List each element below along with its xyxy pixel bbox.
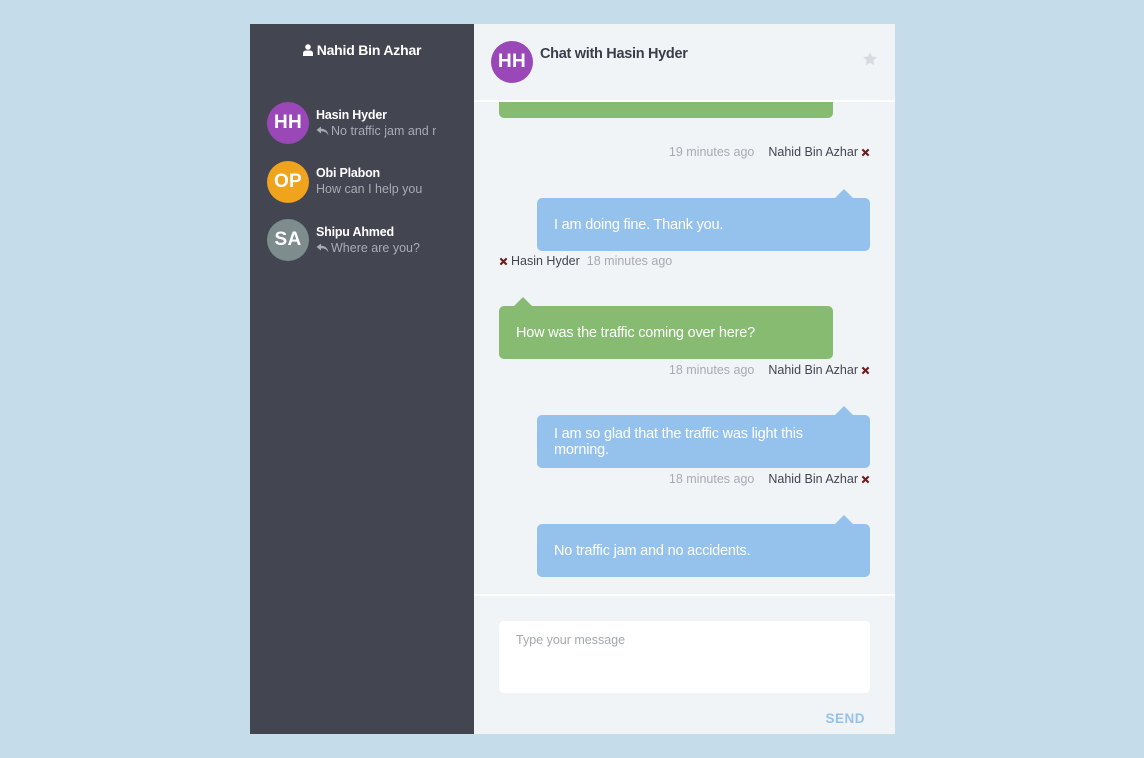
message-other: How was the traffic coming over here? — [499, 297, 833, 359]
message-time: 18 minutes ago — [668, 472, 755, 486]
contact-preview: Where are you? — [316, 240, 436, 257]
message-bubble-clipped — [499, 102, 833, 118]
message-meta: 19 minutes ago Nahid Bin Azhar — [669, 145, 870, 159]
message-text: How was the traffic coming over here? — [516, 324, 755, 341]
delete-icon[interactable] — [861, 475, 870, 484]
contact-name: Obi Plabon — [316, 166, 380, 181]
avatar: HH — [267, 102, 309, 145]
delete-icon[interactable] — [499, 257, 508, 266]
message-self: I am so glad that the traffic was light … — [537, 406, 870, 468]
contact-preview-text: No traffic jam and n — [331, 123, 436, 138]
star-icon[interactable] — [862, 51, 878, 67]
chat-header: HH Chat with Hasin Hyder — [474, 24, 895, 102]
chat-panel: HH Chat with Hasin Hyder 19 minutes ago … — [474, 24, 895, 734]
contact-item-hasin-hyder[interactable]: HH Hasin Hyder No traffic jam and n — [267, 94, 474, 153]
contact-list: HH Hasin Hyder No traffic jam and n OP O… — [250, 76, 474, 270]
message-text: I am doing fine. Thank you. — [554, 216, 724, 233]
send-button[interactable]: SEND — [825, 711, 865, 726]
current-user: Nahid Bin Azhar — [250, 24, 474, 76]
message-bubble: I am so glad that the traffic was light … — [537, 406, 870, 468]
message-meta: 18 minutes ago Nahid Bin Azhar — [669, 363, 870, 377]
message-time: 18 minutes ago — [586, 254, 673, 268]
message-meta: 18 minutes ago Nahid Bin Azhar — [669, 472, 870, 486]
reply-icon — [316, 243, 329, 253]
chat-avatar: HH — [491, 41, 533, 83]
avatar: SA — [267, 219, 309, 262]
contact-name: Hasin Hyder — [316, 107, 387, 122]
contact-item-shipu-ahmed[interactable]: SA Shipu Ahmed Where are you? — [267, 211, 474, 270]
chat-app: Nahid Bin Azhar HH Hasin Hyder No traffi… — [250, 24, 895, 734]
message-bubble: How was the traffic coming over here? — [499, 297, 833, 359]
contact-preview: How can I help you — [316, 181, 436, 198]
chat-title: Chat with Hasin Hyder — [540, 46, 688, 62]
message-sender: Hasin Hyder — [511, 254, 580, 268]
contact-item-obi-plabon[interactable]: OP Obi Plabon How can I help you — [267, 153, 474, 212]
message-self: I am doing fine. Thank you. — [537, 189, 870, 251]
message-sender: Nahid Bin Azhar — [768, 145, 858, 159]
avatar: OP — [267, 160, 309, 203]
message-self: No traffic jam and no accidents. — [537, 515, 870, 577]
message-input[interactable] — [499, 621, 870, 693]
contact-preview-text: Where are you? — [331, 240, 420, 255]
contact-name: Shipu Ahmed — [316, 224, 394, 239]
contact-preview: No traffic jam and n — [316, 123, 436, 140]
delete-icon[interactable] — [861, 148, 870, 157]
message-text: I am so glad that the traffic was light … — [554, 425, 803, 458]
message-sender: Nahid Bin Azhar — [768, 472, 858, 486]
message-time: 18 minutes ago — [668, 363, 755, 377]
sidebar: Nahid Bin Azhar HH Hasin Hyder No traffi… — [250, 24, 474, 734]
message-sender: Nahid Bin Azhar — [768, 363, 858, 377]
message-meta: Hasin Hyder 18 minutes ago — [499, 254, 672, 268]
current-user-name: Nahid Bin Azhar — [316, 42, 422, 58]
delete-icon[interactable] — [861, 366, 870, 375]
user-icon — [302, 44, 313, 56]
chat-history[interactable]: 19 minutes ago Nahid Bin Azhar I am doin… — [474, 102, 895, 594]
message-bubble: I am doing fine. Thank you. — [537, 189, 870, 251]
reply-icon — [316, 126, 329, 136]
message-time: 19 minutes ago — [668, 145, 755, 159]
message-bubble: No traffic jam and no accidents. — [537, 515, 870, 577]
message-text: No traffic jam and no accidents. — [554, 542, 751, 559]
contact-preview-text: How can I help you — [316, 182, 423, 197]
message-composer: SEND — [474, 594, 895, 734]
